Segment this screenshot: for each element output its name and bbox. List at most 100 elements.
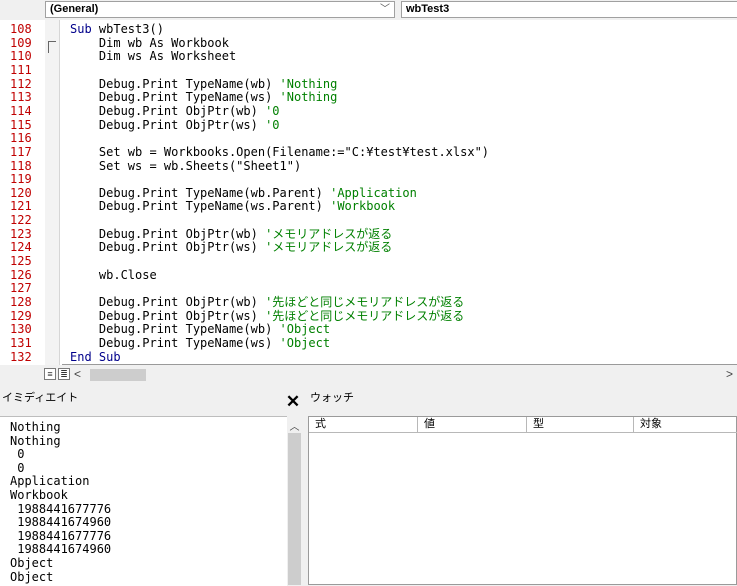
code-line[interactable]: Debug.Print TypeName(wb) 'Nothing bbox=[70, 76, 338, 91]
procedure-bracket-icon bbox=[48, 41, 56, 53]
margin-indicator-bar[interactable] bbox=[45, 20, 60, 365]
code-text: Set wb = Workbooks.Open(Filename:="C:¥te… bbox=[70, 144, 490, 159]
code-line[interactable]: Sub wbTest3() bbox=[70, 23, 164, 36]
code-line[interactable]: Debug.Print TypeName(wb) 'Object bbox=[70, 323, 330, 336]
line-number: 118 bbox=[10, 158, 32, 173]
code-text: Debug.Print ObjPtr(wb) bbox=[70, 226, 266, 241]
watch-header: 式値型対象 bbox=[309, 417, 737, 433]
watch-column-header[interactable]: 値 bbox=[418, 417, 527, 432]
line-number: 108 bbox=[10, 22, 32, 36]
code-comment: 'Workbook bbox=[330, 199, 396, 214]
code-comment: '先ほどと同じメモリアドレスが返る bbox=[265, 295, 465, 309]
procedure-combo-value: wbTest3 bbox=[406, 3, 450, 15]
watch-column-header[interactable]: 対象 bbox=[634, 417, 737, 432]
immediate-vertical-scrollbar[interactable]: ︿ bbox=[287, 416, 302, 585]
line-number: 131 bbox=[10, 335, 32, 350]
code-editor[interactable]: 108 109 110 111 112 113 114 115 116 117 118 119 120 1… bbox=[0, 20, 737, 365]
code-line[interactable]: Debug.Print ObjPtr(wb) '0 bbox=[70, 103, 280, 118]
code-line[interactable]: Debug.Print ObjPtr(ws) '0 bbox=[70, 118, 280, 132]
scroll-left-icon[interactable]: < bbox=[74, 367, 81, 381]
immediate-line: 1988441677776 bbox=[10, 528, 112, 543]
code-comment: 'メモリアドレスが返る bbox=[265, 240, 393, 255]
code-comment: 'Nothing bbox=[279, 76, 338, 91]
code-line[interactable]: wb.Close bbox=[70, 267, 157, 282]
code-text: Set ws = wb.Sheets("Sheet1") bbox=[70, 158, 302, 173]
code-comment: '先ほどと同じメモリアドレスが返る bbox=[265, 308, 465, 323]
immediate-line: 1988441674960 bbox=[10, 515, 112, 530]
code-comment: 'Object bbox=[279, 322, 331, 337]
line-number: 127 bbox=[10, 281, 32, 296]
code-line[interactable]: Debug.Print ObjPtr(ws) '先ほどと同じメモリアドレスが返る bbox=[70, 308, 465, 323]
code-text: Debug.Print TypeName(wb) bbox=[70, 76, 280, 91]
code-text: wb.Close bbox=[70, 267, 157, 282]
code-text: Debug.Print TypeName(ws.Parent) bbox=[70, 199, 331, 214]
scroll-thumb[interactable] bbox=[90, 369, 146, 381]
immediate-pane-title: イミディエイト bbox=[2, 392, 79, 404]
line-number: 123 bbox=[10, 226, 32, 241]
code-line[interactable]: Debug.Print ObjPtr(ws) 'メモリアドレスが返る bbox=[70, 241, 392, 254]
scroll-right-icon[interactable]: > bbox=[726, 367, 733, 381]
code-line[interactable]: Debug.Print ObjPtr(wb) '先ほどと同じメモリアドレスが返る bbox=[70, 296, 464, 309]
immediate-output[interactable]: Nothing Nothing 0 0 Application Workbook 19… bbox=[0, 416, 287, 586]
chevron-down-icon[interactable]: ﹀ bbox=[380, 2, 390, 17]
close-icon[interactable]: ✕ bbox=[284, 393, 302, 411]
code-text: Dim ws As Worksheet bbox=[70, 49, 237, 64]
code-comment: 'Application bbox=[330, 185, 417, 200]
code-window-toolbar: (General) ﹀ wbTest3 bbox=[0, 0, 737, 20]
line-number: 124 bbox=[10, 240, 32, 255]
line-number: 116 bbox=[10, 131, 32, 146]
code-text: Debug.Print TypeName(wb) bbox=[70, 322, 280, 337]
code-line[interactable]: End Sub bbox=[70, 349, 121, 364]
horizontal-scrollbar[interactable]: ≡ ≣ < > bbox=[0, 365, 737, 385]
code-keyword: Sub bbox=[70, 22, 99, 36]
code-text: wbTest3() bbox=[98, 22, 164, 36]
line-number: 119 bbox=[10, 172, 32, 187]
line-number-gutter: 108 109 110 111 112 113 114 115 116 117 118 119 120 1… bbox=[0, 20, 45, 365]
line-number: 130 bbox=[10, 322, 32, 337]
code-text: Debug.Print ObjPtr(ws) bbox=[70, 240, 266, 255]
line-number: 122 bbox=[10, 213, 32, 228]
watch-column-header[interactable]: 式 bbox=[309, 417, 418, 432]
code-line[interactable]: Debug.Print TypeName(ws) 'Nothing bbox=[70, 91, 337, 104]
line-number: 111 bbox=[10, 62, 32, 77]
immediate-line: 0 bbox=[10, 460, 25, 475]
code-line[interactable]: Dim wb As Workbook bbox=[70, 35, 229, 50]
code-line[interactable]: Debug.Print TypeName(wb.Parent) 'Applica… bbox=[70, 185, 417, 200]
watch-pane-title: ウォッチ bbox=[310, 392, 354, 404]
full-module-view-icon[interactable]: ≣ bbox=[58, 368, 70, 380]
procedure-combo[interactable]: wbTest3 bbox=[401, 1, 737, 18]
line-number: 109 bbox=[10, 35, 32, 50]
line-number: 113 bbox=[10, 90, 32, 105]
watch-list[interactable]: 式値型対象 bbox=[308, 416, 737, 585]
code-line[interactable]: Dim ws As Worksheet bbox=[70, 50, 236, 63]
code-line[interactable]: Set ws = wb.Sheets("Sheet1") bbox=[70, 158, 302, 173]
watch-column-header[interactable]: 型 bbox=[527, 417, 634, 432]
code-keyword: End Sub bbox=[70, 349, 121, 364]
line-number: 126 bbox=[10, 267, 32, 282]
immediate-line: 1988441674960 bbox=[10, 542, 112, 557]
scroll-up-icon[interactable]: ︿ bbox=[287, 418, 302, 433]
line-number: 115 bbox=[10, 117, 32, 132]
code-line[interactable]: Debug.Print ObjPtr(wb) 'メモリアドレスが返る bbox=[70, 226, 393, 241]
code-text: Dim wb As Workbook bbox=[70, 35, 229, 50]
code-line[interactable]: Debug.Print TypeName(ws) 'Object bbox=[70, 335, 331, 350]
line-number: 132 bbox=[10, 349, 32, 364]
procedure-view-icon[interactable]: ≡ bbox=[44, 368, 56, 380]
object-combo[interactable]: (General) ﹀ bbox=[45, 1, 395, 18]
code-comment: 'メモリアドレスが返る bbox=[265, 226, 393, 241]
line-number: 117 bbox=[10, 144, 32, 159]
immediate-line: Workbook bbox=[10, 488, 68, 502]
code-text: Debug.Print ObjPtr(ws) bbox=[70, 308, 266, 323]
code-line[interactable]: Debug.Print TypeName(ws.Parent) 'Workboo… bbox=[70, 200, 395, 213]
line-number: 114 bbox=[10, 103, 32, 118]
code-comment: '0 bbox=[265, 103, 280, 118]
code-line[interactable]: Set wb = Workbooks.Open(Filename:="C:¥te… bbox=[70, 144, 490, 159]
immediate-line: 0 bbox=[10, 447, 25, 462]
object-combo-value: (General) bbox=[50, 3, 99, 15]
code-comment: 'Nothing bbox=[279, 90, 338, 105]
immediate-line: Object bbox=[10, 569, 54, 584]
scroll-thumb[interactable] bbox=[288, 433, 301, 585]
immediate-line: Object bbox=[10, 556, 54, 570]
code-comment: 'Object bbox=[279, 335, 331, 350]
line-number: 110 bbox=[10, 49, 32, 64]
